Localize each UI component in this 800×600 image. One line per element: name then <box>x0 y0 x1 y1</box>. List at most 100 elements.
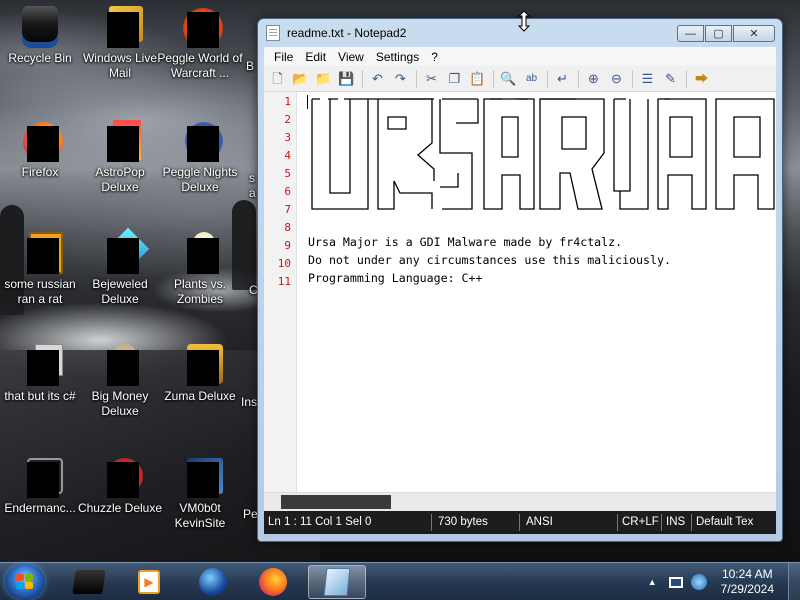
status-position: Ln 1 : 11 Col 1 Sel 0 <box>264 514 432 531</box>
browse-icon[interactable]: 📁 <box>314 69 333 88</box>
desktop-icon-label: Zuma Deluxe <box>164 389 236 403</box>
toolbar-separator <box>547 69 548 88</box>
firefox-icon <box>19 120 63 162</box>
code-area[interactable]: Ursa Major is a GDI Malware made by fr4c… <box>300 92 776 492</box>
desktop-icon-peggle-wow[interactable]: Peggle World of Warcraft ... <box>157 6 243 81</box>
copy-icon[interactable]: ❐ <box>445 69 464 88</box>
desktop-icon-that-but-its-csharp[interactable]: that but its c# <box>0 344 83 404</box>
show-desktop-button[interactable] <box>788 563 800 600</box>
status-mode[interactable]: INS <box>662 514 692 531</box>
maximize-button[interactable]: ▢ <box>705 25 732 42</box>
zoom-in-icon[interactable]: ⊕ <box>584 69 603 88</box>
open-icon[interactable]: 📂 <box>291 69 310 88</box>
chuzzle-icon <box>99 456 143 498</box>
horizontal-scrollbar[interactable] <box>264 492 776 511</box>
folder-icon <box>19 344 63 386</box>
line-number: 8 <box>284 221 291 234</box>
big-money-icon <box>99 344 141 386</box>
desktop-icon-endermanch[interactable]: Endermanc... <box>0 456 83 516</box>
desktop-icon-label: Bejeweled Deluxe <box>92 277 148 306</box>
desktop-icon-label: VM0b0t KevinSite <box>174 501 226 530</box>
line-number: 4 <box>284 149 291 162</box>
desktop-icon-label: some russian ran a rat <box>4 277 76 306</box>
menu-bar: File Edit View Settings ? <box>264 47 776 66</box>
new-icon[interactable]: 🗋 <box>268 69 287 88</box>
code-line-10: Do not under any circumstances use this … <box>308 253 671 267</box>
menu-file[interactable]: File <box>268 50 299 64</box>
line-number: 10 <box>277 257 291 270</box>
taskbar-item-firefox[interactable] <box>244 565 302 599</box>
program-icon <box>19 232 63 274</box>
close-button[interactable]: ✕ <box>733 25 775 42</box>
action-center-icon[interactable] <box>668 576 683 588</box>
toolbar-separator <box>632 69 633 88</box>
line-number: 5 <box>284 167 291 180</box>
code-line-9: Ursa Major is a GDI Malware made by fr4c… <box>308 235 623 249</box>
code-line-11: Programming Language: C++ <box>308 271 483 285</box>
redo-icon[interactable]: ↷ <box>391 69 410 88</box>
replace-icon[interactable]: ab <box>522 69 541 88</box>
exit-icon[interactable]: ⮕ <box>692 69 711 88</box>
desktop-icon-label: Peggle World of Warcraft ... <box>157 51 243 80</box>
menu-view[interactable]: View <box>332 50 370 64</box>
resize-cursor-icon <box>517 10 531 32</box>
system-tray: ▲ 10:24 AM 7/29/2024 <box>648 563 800 600</box>
desktop-icon-recycle-bin[interactable]: Recycle Bin <box>0 6 83 66</box>
line-number: 6 <box>284 185 291 198</box>
desktop-icon-chuzzle[interactable]: Chuzzle Deluxe <box>77 456 163 516</box>
plants-vs-zombies-icon <box>179 232 221 274</box>
desktop-icon-vm0b0t[interactable]: VM0b0t KevinSite <box>157 456 243 531</box>
notepad2-window[interactable]: readme.txt - Notepad2 — ▢ ✕ File Edit Vi… <box>257 18 783 542</box>
line-number: 2 <box>284 113 291 126</box>
show-hidden-icons-icon[interactable]: ▲ <box>648 577 657 587</box>
peggle-icon <box>179 6 223 48</box>
taskbar: ▶ ▲ 10:24 AM 7/29/2024 <box>0 562 800 600</box>
menu-edit[interactable]: Edit <box>299 50 332 64</box>
desktop-icon-zuma[interactable]: Zuma Deluxe <box>157 344 243 404</box>
network-icon[interactable] <box>690 574 707 590</box>
undo-icon[interactable]: ↶ <box>368 69 387 88</box>
taskbar-item-notepad2[interactable] <box>308 565 366 599</box>
desktop-icon-big-money[interactable]: Big Money Deluxe <box>77 344 163 419</box>
find-icon[interactable]: 🔍 <box>499 69 518 88</box>
status-encoding[interactable]: ANSI <box>520 514 618 531</box>
toolbar-separator <box>686 69 687 88</box>
toolbar-separator <box>416 69 417 88</box>
window-title: readme.txt - Notepad2 <box>287 26 407 40</box>
toolbar: 🗋 📂 📁 💾 ↶ ↷ ✂ ❐ 📋 🔍 ab ↵ ⊕ ⊖ ☰ ✎ ⮕ <box>264 66 776 92</box>
menu-help[interactable]: ? <box>425 50 444 64</box>
minimize-button[interactable]: — <box>677 25 704 42</box>
clock[interactable]: 10:24 AM 7/29/2024 <box>711 567 788 597</box>
status-bar: Ln 1 : 11 Col 1 Sel 0 730 bytes ANSI CR+… <box>264 511 776 534</box>
desktop-icon-label: Windows Live Mail <box>82 51 158 80</box>
scrollbar-thumb[interactable] <box>281 495 391 509</box>
desktop-icon-astropop[interactable]: AstroPop Deluxe <box>77 120 163 195</box>
word-wrap-icon[interactable]: ↵ <box>553 69 572 88</box>
desktop-icon-peggle-nights[interactable]: Peggle Nights Deluxe <box>157 120 243 195</box>
save-icon[interactable]: 💾 <box>337 69 356 88</box>
taskbar-item-media[interactable] <box>60 565 118 599</box>
paste-icon[interactable]: 📋 <box>468 69 487 88</box>
cut-icon[interactable]: ✂ <box>422 69 441 88</box>
desktop-icon-label: Big Money Deluxe <box>91 389 149 418</box>
ascii-art-banner <box>311 98 776 210</box>
status-line-endings[interactable]: CR+LF <box>618 514 662 531</box>
start-button[interactable] <box>5 564 45 600</box>
customize-scheme-icon[interactable]: ✎ <box>661 69 680 88</box>
desktop-icon-firefox[interactable]: Firefox <box>0 120 83 180</box>
menu-settings[interactable]: Settings <box>370 50 425 64</box>
text-editor[interactable]: 1 2 3 4 5 6 7 8 9 10 11 Ursa Major is a … <box>264 92 776 492</box>
desktop-icon-windows-live-mail[interactable]: Windows Live Mail <box>77 6 163 81</box>
status-scheme[interactable]: Default Tex <box>692 514 770 531</box>
view-scheme-icon[interactable]: ☰ <box>638 69 657 88</box>
desktop-icon-some-russian[interactable]: some russian ran a rat <box>0 232 83 307</box>
taskbar-item-browser[interactable] <box>184 565 242 599</box>
peggle-nights-icon <box>179 120 223 162</box>
line-number-gutter: 1 2 3 4 5 6 7 8 9 10 11 <box>264 92 297 492</box>
desktop-icon-plants-vs-zombies[interactable]: Plants vs. Zombies <box>157 232 243 307</box>
desktop-icon-bejeweled[interactable]: Bejeweled Deluxe <box>77 227 163 307</box>
desktop-icon-label: AstroPop Deluxe <box>95 165 145 194</box>
media-icon <box>72 570 106 594</box>
zoom-out-icon[interactable]: ⊖ <box>607 69 626 88</box>
taskbar-item-media-player[interactable]: ▶ <box>120 565 178 599</box>
